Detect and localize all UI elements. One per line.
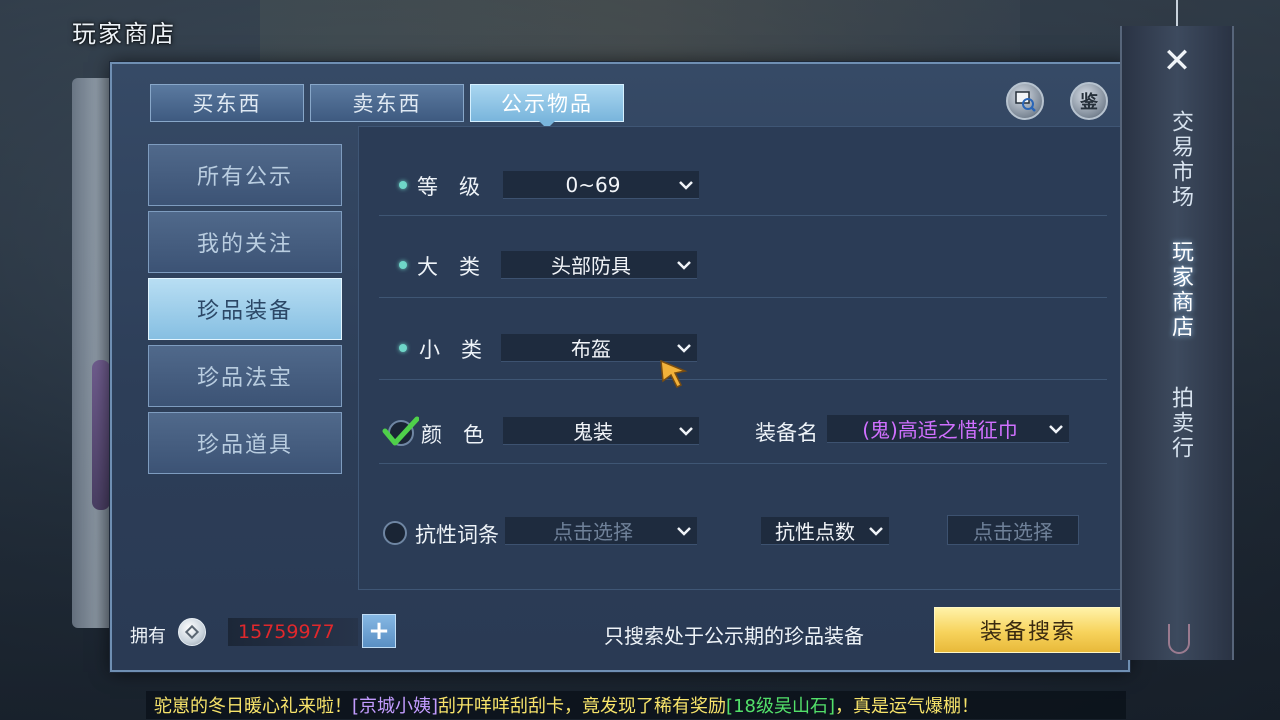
bullet-dot xyxy=(399,261,407,269)
chevron-down-icon xyxy=(671,252,697,278)
ticker-text: 驼崽的冬日暖心礼来啦！ xyxy=(154,696,352,717)
major-class-label: 大 类 xyxy=(417,255,480,279)
tab-auction-house[interactable]: 拍卖行 xyxy=(1160,386,1194,461)
announcement-ticker: 驼崽的冬日暖心礼来啦！ [京城小姨] 刮开咩咩刮刮卡，竟发现了稀有奖励 [18级… xyxy=(146,691,1126,719)
pointer-cursor-icon xyxy=(660,359,688,389)
filter-area: 等 级 0~69 大 类 头部防具 小 类 布盔 颜 色 鬼装 装备名 (鬼)高… xyxy=(358,126,1128,590)
color-label: 颜 色 xyxy=(421,423,484,447)
equip-name-value: (鬼)高适之惜征巾 xyxy=(862,418,1018,442)
minor-class-value: 布盔 xyxy=(571,337,611,361)
color-value: 鬼装 xyxy=(573,420,613,444)
resist-points-picker[interactable]: 点击选择 xyxy=(947,515,1079,545)
store-title: 玩家商店 xyxy=(72,20,176,48)
resist-word-select[interactable]: 点击选择 xyxy=(505,517,697,545)
color-select[interactable]: 鬼装 xyxy=(503,417,699,445)
tab-public-items[interactable]: 公示物品 xyxy=(470,84,624,129)
ribbon-decoration xyxy=(92,360,110,510)
major-class-value: 头部防具 xyxy=(551,254,631,278)
major-class-select[interactable]: 头部防具 xyxy=(501,251,697,279)
background-hud xyxy=(260,0,1020,62)
equip-search-button[interactable]: 装备搜索 xyxy=(934,607,1122,653)
search-icon[interactable] xyxy=(1006,82,1044,120)
resist-points-label: 抗性点数 xyxy=(775,520,855,544)
minor-class-label: 小 类 xyxy=(419,338,482,362)
checkmark-icon[interactable] xyxy=(381,415,419,449)
ticker-player-name: [京城小姨] xyxy=(352,696,439,717)
tab-buy[interactable]: 买东西 xyxy=(150,84,304,122)
own-label: 拥有 xyxy=(130,626,166,647)
ticker-reward: [18级吴山石] xyxy=(726,696,835,717)
tab-player-store[interactable]: 玩家商店 xyxy=(1160,240,1194,340)
divider xyxy=(379,463,1107,464)
resist-word-radio[interactable] xyxy=(383,521,407,545)
divider xyxy=(379,297,1107,298)
side-item-rare-treasure[interactable]: 珍品法宝 xyxy=(148,345,342,407)
chevron-down-icon xyxy=(671,518,697,544)
appraise-button[interactable]: 鉴 xyxy=(1070,82,1108,120)
side-item-my-follow[interactable]: 我的关注 xyxy=(148,211,342,273)
close-icon[interactable]: ✕ xyxy=(1158,41,1196,81)
scroll-rod xyxy=(1176,0,1178,26)
divider xyxy=(379,215,1107,216)
tab-sell[interactable]: 卖东西 xyxy=(310,84,464,122)
bullet-dot xyxy=(399,344,407,352)
chevron-down-icon xyxy=(863,518,889,544)
side-item-rare-items[interactable]: 珍品道具 xyxy=(148,412,342,474)
magnifier-icon xyxy=(1015,91,1036,112)
plus-icon: + xyxy=(368,616,390,646)
tab-trade-market[interactable]: 交易市场 xyxy=(1160,110,1194,210)
money-amount: 15759977 xyxy=(228,618,358,646)
chevron-down-icon xyxy=(673,172,699,198)
coin-icon xyxy=(178,618,206,646)
ticker-text: 刮开咩咩刮刮卡，竟发现了稀有奖励 xyxy=(438,696,727,717)
bullet-dot xyxy=(399,181,407,189)
level-label: 等 级 xyxy=(417,175,480,199)
equip-name-label: 装备名 xyxy=(755,421,818,445)
scroll-hook-decoration xyxy=(1168,624,1190,654)
level-value: 0~69 xyxy=(565,172,621,197)
chevron-down-icon xyxy=(673,418,699,444)
store-panel: 买东西 卖东西 公示物品 鉴 所有公示 我的关注 珍品装备 珍品法宝 珍品道具 … xyxy=(110,62,1130,672)
search-hint: 只搜索处于公示期的珍品装备 xyxy=(604,624,864,648)
level-select[interactable]: 0~69 xyxy=(503,171,699,199)
resist-word-placeholder: 点击选择 xyxy=(553,520,633,544)
resist-word-label: 抗性词条 xyxy=(415,523,499,547)
add-money-button[interactable]: + xyxy=(362,614,396,648)
side-item-rare-equipment[interactable]: 珍品装备 xyxy=(148,278,342,340)
equip-name-select[interactable]: (鬼)高适之惜征巾 xyxy=(827,415,1069,443)
ticker-text: ，真是运气爆棚！ xyxy=(835,696,979,717)
side-item-all-public[interactable]: 所有公示 xyxy=(148,144,342,206)
resist-points-select[interactable]: 抗性点数 xyxy=(761,517,889,545)
chevron-down-icon xyxy=(1043,416,1069,442)
divider xyxy=(379,379,1107,380)
